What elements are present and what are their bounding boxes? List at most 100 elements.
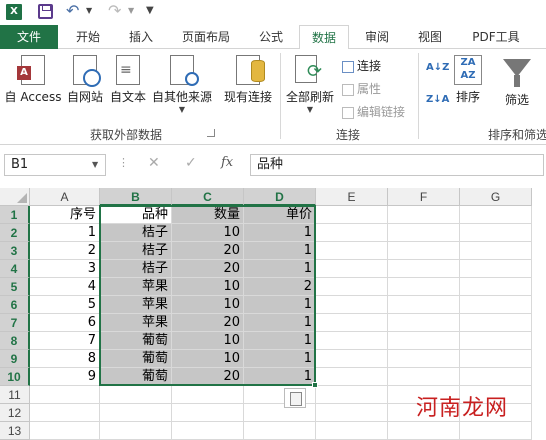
cell-a8[interactable]: 7 (30, 332, 100, 350)
cell-f1[interactable] (388, 206, 460, 224)
cell-b5[interactable]: 苹果 (100, 278, 172, 296)
cell-c13[interactable] (172, 422, 244, 440)
cell-d10[interactable]: 1 (244, 368, 316, 386)
cell-b8[interactable]: 葡萄 (100, 332, 172, 350)
row-header-9[interactable]: 9 (0, 350, 30, 368)
row-header-12[interactable]: 12 (0, 404, 30, 422)
cell-d8[interactable]: 1 (244, 332, 316, 350)
tab-data[interactable]: 数据 (299, 25, 349, 50)
cell-e10[interactable] (316, 368, 388, 386)
redo-dropdown-icon[interactable]: ▼ (128, 6, 134, 15)
cell-f7[interactable] (388, 314, 460, 332)
row-header-11[interactable]: 11 (0, 386, 30, 404)
cell-d1[interactable]: 单价 (244, 206, 316, 224)
cell-a2[interactable]: 1 (30, 224, 100, 242)
cell-d7[interactable]: 1 (244, 314, 316, 332)
cell-b11[interactable] (100, 386, 172, 404)
cell-f10[interactable] (388, 368, 460, 386)
tab-formulas[interactable]: 公式 (246, 25, 296, 49)
enter-icon[interactable]: ✓ (185, 155, 197, 171)
cell-g3[interactable] (460, 242, 532, 260)
cell-e12[interactable] (316, 404, 388, 422)
cell-f4[interactable] (388, 260, 460, 278)
cell-g10[interactable] (460, 368, 532, 386)
cell-c4[interactable]: 20 (172, 260, 244, 278)
cell-f5[interactable] (388, 278, 460, 296)
row-header-7[interactable]: 7 (0, 314, 30, 332)
cell-a1[interactable]: 序号 (30, 206, 100, 224)
row-header-2[interactable]: 2 (0, 224, 30, 242)
cell-f3[interactable] (388, 242, 460, 260)
cell-g6[interactable] (460, 296, 532, 314)
cell-b1[interactable]: 品种 (100, 206, 172, 224)
column-header-a[interactable]: A (30, 188, 100, 206)
row-header-5[interactable]: 5 (0, 278, 30, 296)
sort-button[interactable]: ZA AZ 排序 (450, 55, 486, 105)
fill-handle[interactable] (312, 382, 318, 388)
cell-c8[interactable]: 10 (172, 332, 244, 350)
cell-a11[interactable] (30, 386, 100, 404)
customize-icon[interactable]: ▼ (146, 5, 154, 16)
from-access-button[interactable]: 自 Access (4, 55, 62, 105)
tab-insert[interactable]: 插入 (116, 25, 166, 49)
cell-b7[interactable]: 苹果 (100, 314, 172, 332)
cell-a4[interactable]: 3 (30, 260, 100, 278)
column-header-e[interactable]: E (316, 188, 388, 206)
row-header-4[interactable]: 4 (0, 260, 30, 278)
cell-e9[interactable] (316, 350, 388, 368)
cell-g1[interactable] (460, 206, 532, 224)
save-icon[interactable] (38, 4, 53, 19)
tab-home[interactable]: 开始 (62, 25, 114, 49)
select-all-button[interactable] (0, 188, 30, 206)
cell-c11[interactable] (172, 386, 244, 404)
cell-g13[interactable] (460, 422, 532, 440)
refresh-all-button[interactable]: 全部刷新 ▼ (284, 55, 336, 114)
cell-e8[interactable] (316, 332, 388, 350)
cell-d2[interactable]: 1 (244, 224, 316, 242)
cancel-icon[interactable]: ✕ (148, 155, 160, 171)
row-header-8[interactable]: 8 (0, 332, 30, 350)
cell-a7[interactable]: 6 (30, 314, 100, 332)
cell-d6[interactable]: 1 (244, 296, 316, 314)
tab-pdf-tools[interactable]: PDF工具 (460, 25, 532, 49)
cell-a3[interactable]: 2 (30, 242, 100, 260)
column-header-g[interactable]: G (460, 188, 532, 206)
from-web-button[interactable]: 自网站 (64, 55, 106, 105)
sort-ascending-button[interactable]: A↓Z (426, 63, 449, 73)
from-other-sources-button[interactable]: 自其他来源 ▼ (150, 55, 214, 114)
quick-analysis-icon[interactable] (284, 388, 306, 408)
cell-g7[interactable] (460, 314, 532, 332)
cell-c2[interactable]: 10 (172, 224, 244, 242)
cell-f9[interactable] (388, 350, 460, 368)
cell-b2[interactable]: 桔子 (100, 224, 172, 242)
cell-c6[interactable]: 10 (172, 296, 244, 314)
formula-input[interactable]: 品种 (250, 154, 544, 176)
cell-f6[interactable] (388, 296, 460, 314)
cell-d5[interactable]: 2 (244, 278, 316, 296)
cell-e1[interactable] (316, 206, 388, 224)
row-header-13[interactable]: 13 (0, 422, 30, 440)
cell-c10[interactable]: 20 (172, 368, 244, 386)
existing-connections-button[interactable]: 现有连接 (220, 55, 276, 105)
cell-e4[interactable] (316, 260, 388, 278)
cell-g8[interactable] (460, 332, 532, 350)
column-header-d[interactable]: D (244, 188, 316, 206)
cell-e2[interactable] (316, 224, 388, 242)
cell-e5[interactable] (316, 278, 388, 296)
undo-dropdown-icon[interactable]: ▼ (86, 6, 92, 15)
cell-e13[interactable] (316, 422, 388, 440)
cell-e6[interactable] (316, 296, 388, 314)
name-box[interactable]: B1 (4, 154, 106, 176)
cell-d9[interactable]: 1 (244, 350, 316, 368)
cell-g5[interactable] (460, 278, 532, 296)
cell-a12[interactable] (30, 404, 100, 422)
row-header-3[interactable]: 3 (0, 242, 30, 260)
undo-icon[interactable]: ↶ (66, 1, 79, 20)
column-header-c[interactable]: C (172, 188, 244, 206)
cell-b6[interactable]: 苹果 (100, 296, 172, 314)
properties-button[interactable]: 属性 (342, 80, 381, 97)
cell-b12[interactable] (100, 404, 172, 422)
cell-c9[interactable]: 10 (172, 350, 244, 368)
cell-b9[interactable]: 葡萄 (100, 350, 172, 368)
cell-e11[interactable] (316, 386, 388, 404)
